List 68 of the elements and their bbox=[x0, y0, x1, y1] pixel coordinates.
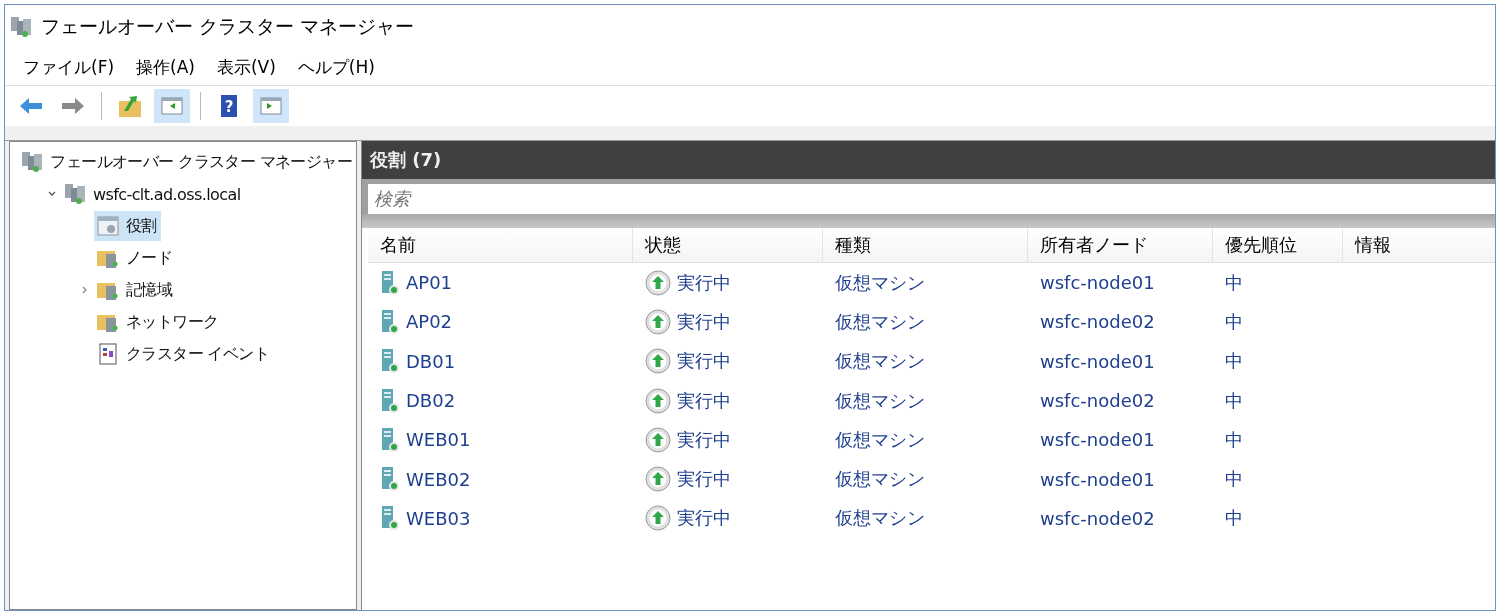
folder-up-icon bbox=[117, 93, 143, 119]
column-header[interactable]: 情報 bbox=[1343, 228, 1495, 262]
table-cell: 実行中 bbox=[677, 467, 731, 492]
table-cell: 実行中 bbox=[677, 388, 731, 413]
server-icon bbox=[380, 426, 400, 453]
table-cell: 実行中 bbox=[677, 349, 731, 374]
table-cell[interactable]: DB01 bbox=[406, 350, 456, 372]
table-cell: 仮想マシン bbox=[835, 427, 925, 452]
table-cell[interactable]: DB02 bbox=[406, 390, 456, 412]
panel-title: 役割 (7) bbox=[370, 148, 442, 172]
table-cell: 実行中 bbox=[677, 427, 731, 452]
table-cell[interactable]: WEB02 bbox=[406, 468, 471, 490]
server-icon bbox=[380, 348, 400, 375]
tree-item[interactable]: wsfc-clt.ad.oss.local bbox=[61, 179, 245, 209]
server-icon bbox=[380, 466, 400, 493]
column-header[interactable]: 状態 bbox=[633, 228, 823, 262]
table-cell[interactable]: AP01 bbox=[406, 272, 453, 294]
cluster-servers-icon bbox=[63, 182, 87, 206]
table-cell: 実行中 bbox=[677, 506, 731, 531]
table-cell: 仮想マシン bbox=[835, 270, 925, 295]
table-cell: wsfc-node01 bbox=[1040, 350, 1155, 372]
table-cell: 中 bbox=[1225, 427, 1243, 452]
server-icon bbox=[380, 387, 400, 414]
table-cell: 仮想マシン bbox=[835, 309, 925, 334]
table-cell: 中 bbox=[1225, 270, 1243, 295]
table-cell: wsfc-node01 bbox=[1040, 272, 1155, 294]
table-cell: 中 bbox=[1225, 388, 1243, 413]
menu-item[interactable]: 表示(V) bbox=[216, 55, 276, 79]
table-cell: wsfc-node01 bbox=[1040, 468, 1155, 490]
table-cell: 仮想マシン bbox=[835, 388, 925, 413]
table-cell[interactable]: WEB03 bbox=[406, 507, 471, 529]
menu-item[interactable]: ヘルプ(H) bbox=[297, 55, 375, 79]
toolbar-button[interactable] bbox=[154, 89, 190, 123]
tree-item[interactable]: クラスター イベント bbox=[94, 339, 274, 369]
column-header[interactable]: 名前 bbox=[368, 228, 633, 262]
cluster-servers-icon bbox=[20, 150, 45, 174]
table-cell: 実行中 bbox=[677, 309, 731, 334]
column-header[interactable]: 種類 bbox=[823, 228, 1028, 262]
server-icon bbox=[380, 505, 400, 532]
tree-item[interactable]: ノード bbox=[94, 243, 177, 273]
column-header[interactable]: 優先順位 bbox=[1213, 228, 1343, 262]
tree-item[interactable]: 記憶域 bbox=[94, 275, 177, 305]
tree-item[interactable]: フェールオーバー クラスター マネージャー bbox=[18, 147, 356, 177]
tree-item[interactable]: 役割 bbox=[94, 211, 161, 241]
table-cell[interactable]: WEB01 bbox=[406, 429, 471, 451]
table-cell: wsfc-node02 bbox=[1040, 311, 1155, 333]
table-cell: wsfc-node01 bbox=[1040, 429, 1155, 451]
window-title: フェールオーバー クラスター マネージャー bbox=[41, 14, 415, 39]
toolbar-button[interactable] bbox=[253, 89, 289, 123]
table-cell: 中 bbox=[1225, 506, 1243, 531]
table-cell[interactable]: AP02 bbox=[406, 311, 453, 333]
table-cell: 仮想マシン bbox=[835, 506, 925, 531]
tree-item[interactable]: ネットワーク bbox=[94, 307, 223, 337]
table-cell: 実行中 bbox=[677, 270, 731, 295]
column-header[interactable]: 所有者ノード bbox=[1028, 228, 1213, 262]
menu-item[interactable]: ファイル(F) bbox=[23, 55, 115, 79]
table-cell: 仮想マシン bbox=[835, 349, 925, 374]
table-cell: wsfc-node02 bbox=[1040, 390, 1155, 412]
table-cell: wsfc-node02 bbox=[1040, 507, 1155, 529]
search-field[interactable]: 検索 bbox=[368, 184, 1495, 214]
cluster-servers-icon bbox=[9, 15, 33, 39]
server-icon bbox=[380, 269, 400, 296]
table-cell: 中 bbox=[1225, 467, 1243, 492]
server-icon bbox=[380, 308, 400, 335]
menu-item[interactable]: 操作(A) bbox=[136, 55, 195, 79]
table-cell: 中 bbox=[1225, 349, 1243, 374]
table-cell: 仮想マシン bbox=[835, 467, 925, 492]
table-cell: 中 bbox=[1225, 309, 1243, 334]
